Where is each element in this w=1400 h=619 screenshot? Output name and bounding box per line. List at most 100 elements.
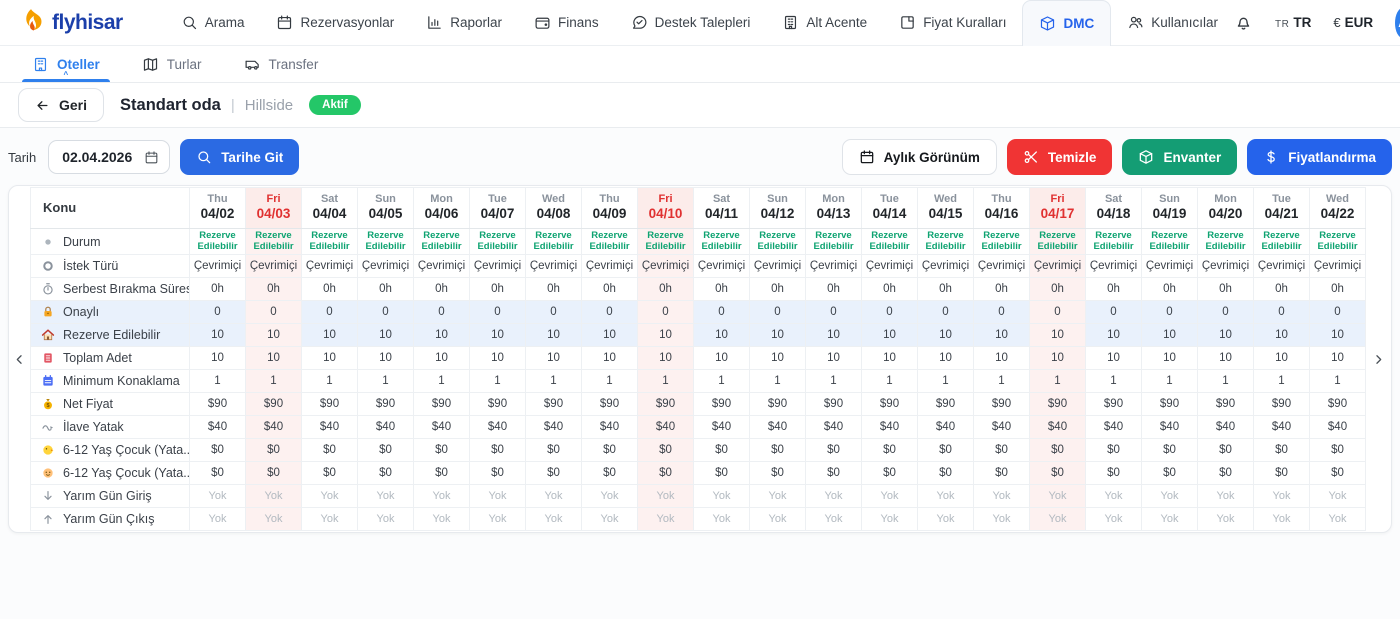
cell-6-12-ya-ocuk-yata-04-22[interactable]: $0 bbox=[1310, 439, 1366, 462]
cell-6-12-ya-ocuk-yata-04-05[interactable]: $0 bbox=[358, 462, 414, 485]
cell-serbest-b-rakma-s-resi-04-22[interactable]: 0h bbox=[1310, 278, 1366, 301]
tab-transfer[interactable]: Transfer bbox=[230, 46, 333, 82]
cell-i-lave-yatak-04-12[interactable]: $40 bbox=[750, 416, 806, 439]
cell-rezerve-edilebilir-04-02[interactable]: 10 bbox=[190, 324, 246, 347]
cell-durum-04-10[interactable]: Rezerve Edilebilir bbox=[638, 229, 694, 255]
cell-serbest-b-rakma-s-resi-04-17[interactable]: 0h bbox=[1030, 278, 1086, 301]
cell-i-lave-yatak-04-19[interactable]: $40 bbox=[1142, 416, 1198, 439]
cell-net-fiyat-04-14[interactable]: $90 bbox=[862, 393, 918, 416]
cell-onayl-04-05[interactable]: 0 bbox=[358, 301, 414, 324]
user-account-menu[interactable]: A Hisar Europe Gmbh Ayse bbox=[1395, 0, 1400, 49]
cell-6-12-ya-ocuk-yata-04-18[interactable]: $0 bbox=[1086, 462, 1142, 485]
cell-6-12-ya-ocuk-yata-04-03[interactable]: $0 bbox=[246, 462, 302, 485]
cell-toplam-adet-04-02[interactable]: 10 bbox=[190, 347, 246, 370]
cell-6-12-ya-ocuk-yata-04-15[interactable]: $0 bbox=[918, 439, 974, 462]
cell-minimum-konaklama-04-03[interactable]: 1 bbox=[246, 370, 302, 393]
cell-yar-m-g-n-k-04-18[interactable]: Yok bbox=[1086, 508, 1142, 531]
cell-i-lave-yatak-04-02[interactable]: $40 bbox=[190, 416, 246, 439]
cell-rezerve-edilebilir-04-05[interactable]: 10 bbox=[358, 324, 414, 347]
cell-net-fiyat-04-03[interactable]: $90 bbox=[246, 393, 302, 416]
cell-yar-m-g-n-k-04-02[interactable]: Yok bbox=[190, 508, 246, 531]
cell-yar-m-g-n-giri-04-04[interactable]: Yok bbox=[302, 485, 358, 508]
cell-toplam-adet-04-12[interactable]: 10 bbox=[750, 347, 806, 370]
cell-minimum-konaklama-04-18[interactable]: 1 bbox=[1086, 370, 1142, 393]
cell-yar-m-g-n-k-04-22[interactable]: Yok bbox=[1310, 508, 1366, 531]
cell-6-12-ya-ocuk-yata-04-06[interactable]: $0 bbox=[414, 462, 470, 485]
inventory-button[interactable]: Envanter bbox=[1122, 139, 1237, 175]
nav-item-arama[interactable]: Arama bbox=[165, 0, 261, 45]
cell-minimum-konaklama-04-13[interactable]: 1 bbox=[806, 370, 862, 393]
cell-onayl-04-10[interactable]: 0 bbox=[638, 301, 694, 324]
cell-serbest-b-rakma-s-resi-04-08[interactable]: 0h bbox=[526, 278, 582, 301]
cell-i-lave-yatak-04-03[interactable]: $40 bbox=[246, 416, 302, 439]
cell-serbest-b-rakma-s-resi-04-19[interactable]: 0h bbox=[1142, 278, 1198, 301]
cell-yar-m-g-n-k-04-05[interactable]: Yok bbox=[358, 508, 414, 531]
cell-yar-m-g-n-giri-04-06[interactable]: Yok bbox=[414, 485, 470, 508]
date-column-header[interactable]: Sat04/04 bbox=[302, 188, 358, 229]
cell-i-lave-yatak-04-18[interactable]: $40 bbox=[1086, 416, 1142, 439]
cell-rezerve-edilebilir-04-12[interactable]: 10 bbox=[750, 324, 806, 347]
cell-6-12-ya-ocuk-yata-04-06[interactable]: $0 bbox=[414, 439, 470, 462]
cell-durum-04-13[interactable]: Rezerve Edilebilir bbox=[806, 229, 862, 255]
cell-toplam-adet-04-15[interactable]: 10 bbox=[918, 347, 974, 370]
cell-i-lave-yatak-04-09[interactable]: $40 bbox=[582, 416, 638, 439]
cell-rezerve-edilebilir-04-14[interactable]: 10 bbox=[862, 324, 918, 347]
cell-serbest-b-rakma-s-resi-04-03[interactable]: 0h bbox=[246, 278, 302, 301]
cell-net-fiyat-04-22[interactable]: $90 bbox=[1310, 393, 1366, 416]
date-column-header[interactable]: Sat04/11 bbox=[694, 188, 750, 229]
cell-serbest-b-rakma-s-resi-04-15[interactable]: 0h bbox=[918, 278, 974, 301]
cell-yar-m-g-n-k-04-09[interactable]: Yok bbox=[582, 508, 638, 531]
cell-durum-04-19[interactable]: Rezerve Edilebilir bbox=[1142, 229, 1198, 255]
cell-yar-m-g-n-k-04-03[interactable]: Yok bbox=[246, 508, 302, 531]
cell-onayl-04-19[interactable]: 0 bbox=[1142, 301, 1198, 324]
cell-toplam-adet-04-22[interactable]: 10 bbox=[1310, 347, 1366, 370]
cell-onayl-04-20[interactable]: 0 bbox=[1198, 301, 1254, 324]
cell-6-12-ya-ocuk-yata-04-13[interactable]: $0 bbox=[806, 439, 862, 462]
date-column-header[interactable]: Fri04/10 bbox=[638, 188, 694, 229]
cell-i-lave-yatak-04-21[interactable]: $40 bbox=[1254, 416, 1310, 439]
cell-toplam-adet-04-07[interactable]: 10 bbox=[470, 347, 526, 370]
date-column-header[interactable]: Sat04/18 bbox=[1086, 188, 1142, 229]
cell-6-12-ya-ocuk-yata-04-10[interactable]: $0 bbox=[638, 462, 694, 485]
cell-durum-04-04[interactable]: Rezerve Edilebilir bbox=[302, 229, 358, 255]
cell-net-fiyat-04-04[interactable]: $90 bbox=[302, 393, 358, 416]
cell-serbest-b-rakma-s-resi-04-07[interactable]: 0h bbox=[470, 278, 526, 301]
cell-6-12-ya-ocuk-yata-04-04[interactable]: $0 bbox=[302, 462, 358, 485]
cell-i-stek-t-r-04-02[interactable]: Çevrimiçi bbox=[190, 255, 246, 278]
cell-net-fiyat-04-17[interactable]: $90 bbox=[1030, 393, 1086, 416]
cell-minimum-konaklama-04-21[interactable]: 1 bbox=[1254, 370, 1310, 393]
cell-6-12-ya-ocuk-yata-04-16[interactable]: $0 bbox=[974, 462, 1030, 485]
cell-durum-04-14[interactable]: Rezerve Edilebilir bbox=[862, 229, 918, 255]
cell-serbest-b-rakma-s-resi-04-14[interactable]: 0h bbox=[862, 278, 918, 301]
cell-rezerve-edilebilir-04-11[interactable]: 10 bbox=[694, 324, 750, 347]
cell-i-stek-t-r-04-19[interactable]: Çevrimiçi bbox=[1142, 255, 1198, 278]
date-column-header[interactable]: Wed04/15 bbox=[918, 188, 974, 229]
cell-durum-04-21[interactable]: Rezerve Edilebilir bbox=[1254, 229, 1310, 255]
cell-yar-m-g-n-k-04-20[interactable]: Yok bbox=[1198, 508, 1254, 531]
cell-6-12-ya-ocuk-yata-04-03[interactable]: $0 bbox=[246, 439, 302, 462]
cell-6-12-ya-ocuk-yata-04-08[interactable]: $0 bbox=[526, 462, 582, 485]
cell-rezerve-edilebilir-04-04[interactable]: 10 bbox=[302, 324, 358, 347]
cell-minimum-konaklama-04-19[interactable]: 1 bbox=[1142, 370, 1198, 393]
cell-net-fiyat-04-10[interactable]: $90 bbox=[638, 393, 694, 416]
cell-yar-m-g-n-giri-04-17[interactable]: Yok bbox=[1030, 485, 1086, 508]
cell-toplam-adet-04-06[interactable]: 10 bbox=[414, 347, 470, 370]
cell-durum-04-18[interactable]: Rezerve Edilebilir bbox=[1086, 229, 1142, 255]
cell-onayl-04-08[interactable]: 0 bbox=[526, 301, 582, 324]
nav-item-destek-talepleri[interactable]: Destek Talepleri bbox=[615, 0, 767, 45]
date-column-header[interactable]: Fri04/17 bbox=[1030, 188, 1086, 229]
brand-logo[interactable]: flyhisar bbox=[20, 0, 123, 45]
cell-minimum-konaklama-04-02[interactable]: 1 bbox=[190, 370, 246, 393]
cell-6-12-ya-ocuk-yata-04-21[interactable]: $0 bbox=[1254, 439, 1310, 462]
cell-minimum-konaklama-04-06[interactable]: 1 bbox=[414, 370, 470, 393]
cell-i-stek-t-r-04-11[interactable]: Çevrimiçi bbox=[694, 255, 750, 278]
cell-yar-m-g-n-giri-04-08[interactable]: Yok bbox=[526, 485, 582, 508]
cell-onayl-04-21[interactable]: 0 bbox=[1254, 301, 1310, 324]
cell-minimum-konaklama-04-11[interactable]: 1 bbox=[694, 370, 750, 393]
date-column-header[interactable]: Wed04/08 bbox=[526, 188, 582, 229]
cell-yar-m-g-n-giri-04-19[interactable]: Yok bbox=[1142, 485, 1198, 508]
cell-6-12-ya-ocuk-yata-04-02[interactable]: $0 bbox=[190, 439, 246, 462]
cell-rezerve-edilebilir-04-07[interactable]: 10 bbox=[470, 324, 526, 347]
cell-i-lave-yatak-04-08[interactable]: $40 bbox=[526, 416, 582, 439]
cell-yar-m-g-n-giri-04-05[interactable]: Yok bbox=[358, 485, 414, 508]
